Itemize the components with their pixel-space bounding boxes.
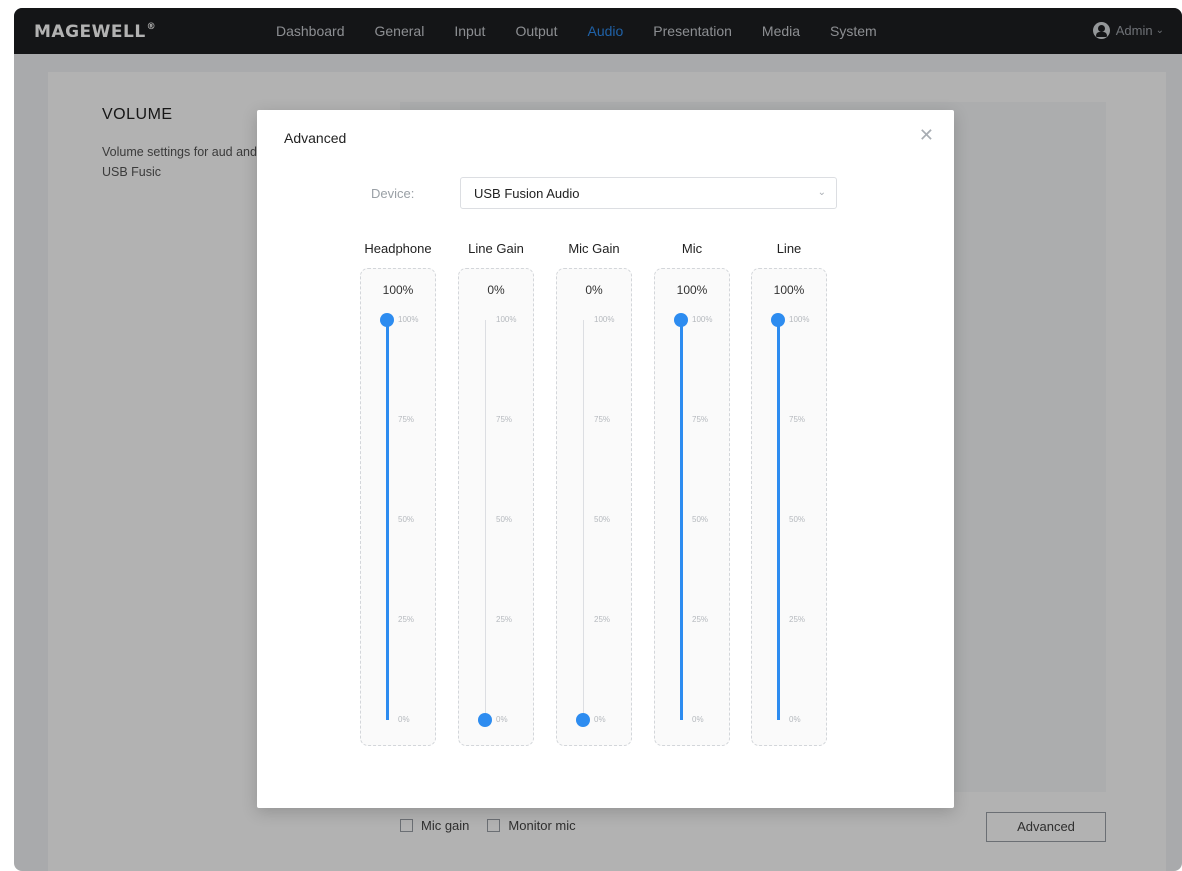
device-select-value: USB Fusion Audio: [474, 186, 580, 201]
slider-label: Line Gain: [468, 241, 524, 256]
slider-tick-label: 50%: [594, 515, 611, 524]
slider-tick-label: 75%: [692, 415, 709, 424]
slider-track[interactable]: [485, 320, 486, 720]
slider-tick-label: 0%: [594, 715, 606, 724]
slider-tick-label: 0%: [496, 715, 508, 724]
slider-tick-label: 75%: [594, 415, 611, 424]
slider-tick-label: 0%: [692, 715, 704, 724]
slider-value: 0%: [585, 283, 603, 297]
slider-value: 0%: [487, 283, 505, 297]
advanced-dialog: Advanced ✕ Device: USB Fusion Audio ⌄ He…: [257, 110, 954, 808]
slider-tick-label: 100%: [789, 315, 810, 324]
slider-tick-label: 25%: [692, 615, 709, 624]
slider-tick-label: 25%: [496, 615, 513, 624]
slider-track[interactable]: [583, 320, 584, 720]
slider-box: [360, 268, 436, 746]
slider-tick-label: 75%: [496, 415, 513, 424]
slider-tick-label: 25%: [398, 615, 415, 624]
device-label: Device:: [371, 186, 415, 201]
slider-tick-label: 50%: [496, 515, 513, 524]
slider-value: 100%: [676, 283, 708, 297]
slider-tick-label: 25%: [789, 615, 806, 624]
slider-label: Mic Gain: [568, 241, 620, 256]
slider-tick-label: 100%: [496, 315, 517, 324]
slider-tick-label: 50%: [692, 515, 709, 524]
slider-label: Headphone: [364, 241, 432, 256]
slider-box: [654, 268, 730, 746]
slider-value: 100%: [382, 283, 414, 297]
slider-tick-label: 25%: [594, 615, 611, 624]
slider-tick-label: 50%: [398, 515, 415, 524]
slider-handle[interactable]: [478, 713, 492, 727]
app-window: MAGEWELL® Dashboard General Input Output Aud…: [14, 8, 1182, 871]
dialog-title: Advanced: [284, 130, 347, 146]
slider-box: [556, 268, 632, 746]
close-icon[interactable]: ✕: [919, 126, 934, 144]
slider-tick-label: 75%: [789, 415, 806, 424]
chevron-down-icon: ⌄: [817, 187, 826, 198]
slider-box: [458, 268, 534, 746]
slider-tick-label: 100%: [398, 315, 419, 324]
slider-handle[interactable]: [771, 313, 785, 327]
device-select[interactable]: USB Fusion Audio ⌄: [460, 177, 837, 209]
slider-box: [751, 268, 827, 746]
slider-fill: [777, 320, 780, 720]
slider-tick-label: 100%: [594, 315, 615, 324]
slider-tick-label: 75%: [398, 415, 415, 424]
slider-label: Line: [776, 241, 802, 256]
slider-handle[interactable]: [380, 313, 394, 327]
slider-label: Mic: [681, 241, 703, 256]
slider-value: 100%: [773, 283, 805, 297]
slider-handle[interactable]: [674, 313, 688, 327]
slider-fill: [680, 320, 683, 720]
slider-handle[interactable]: [576, 713, 590, 727]
slider-tick-label: 100%: [692, 315, 713, 324]
slider-tick-label: 0%: [398, 715, 410, 724]
slider-tick-label: 0%: [789, 715, 801, 724]
slider-fill: [386, 320, 389, 720]
slider-tick-label: 50%: [789, 515, 806, 524]
